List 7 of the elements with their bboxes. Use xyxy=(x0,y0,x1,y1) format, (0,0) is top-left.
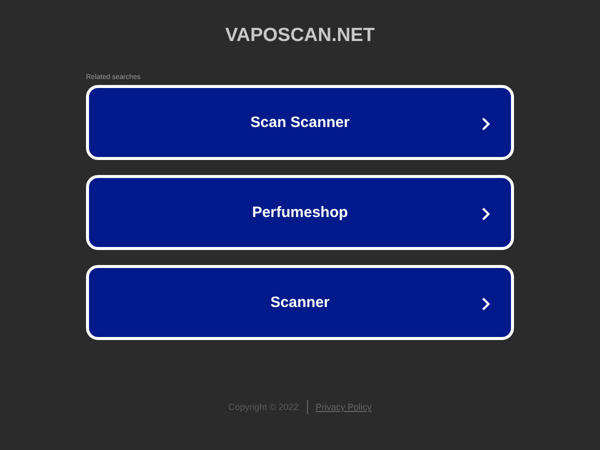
chevron-right-icon xyxy=(481,207,491,221)
site-title: VAPOSCAN.NET xyxy=(225,25,375,47)
search-link-button[interactable]: Perfumeshop xyxy=(86,175,514,250)
search-link-button[interactable]: Scanner xyxy=(86,265,514,340)
search-link-button[interactable]: Scan Scanner xyxy=(86,85,514,160)
chevron-right-icon xyxy=(481,117,491,131)
chevron-right-icon xyxy=(481,297,491,311)
